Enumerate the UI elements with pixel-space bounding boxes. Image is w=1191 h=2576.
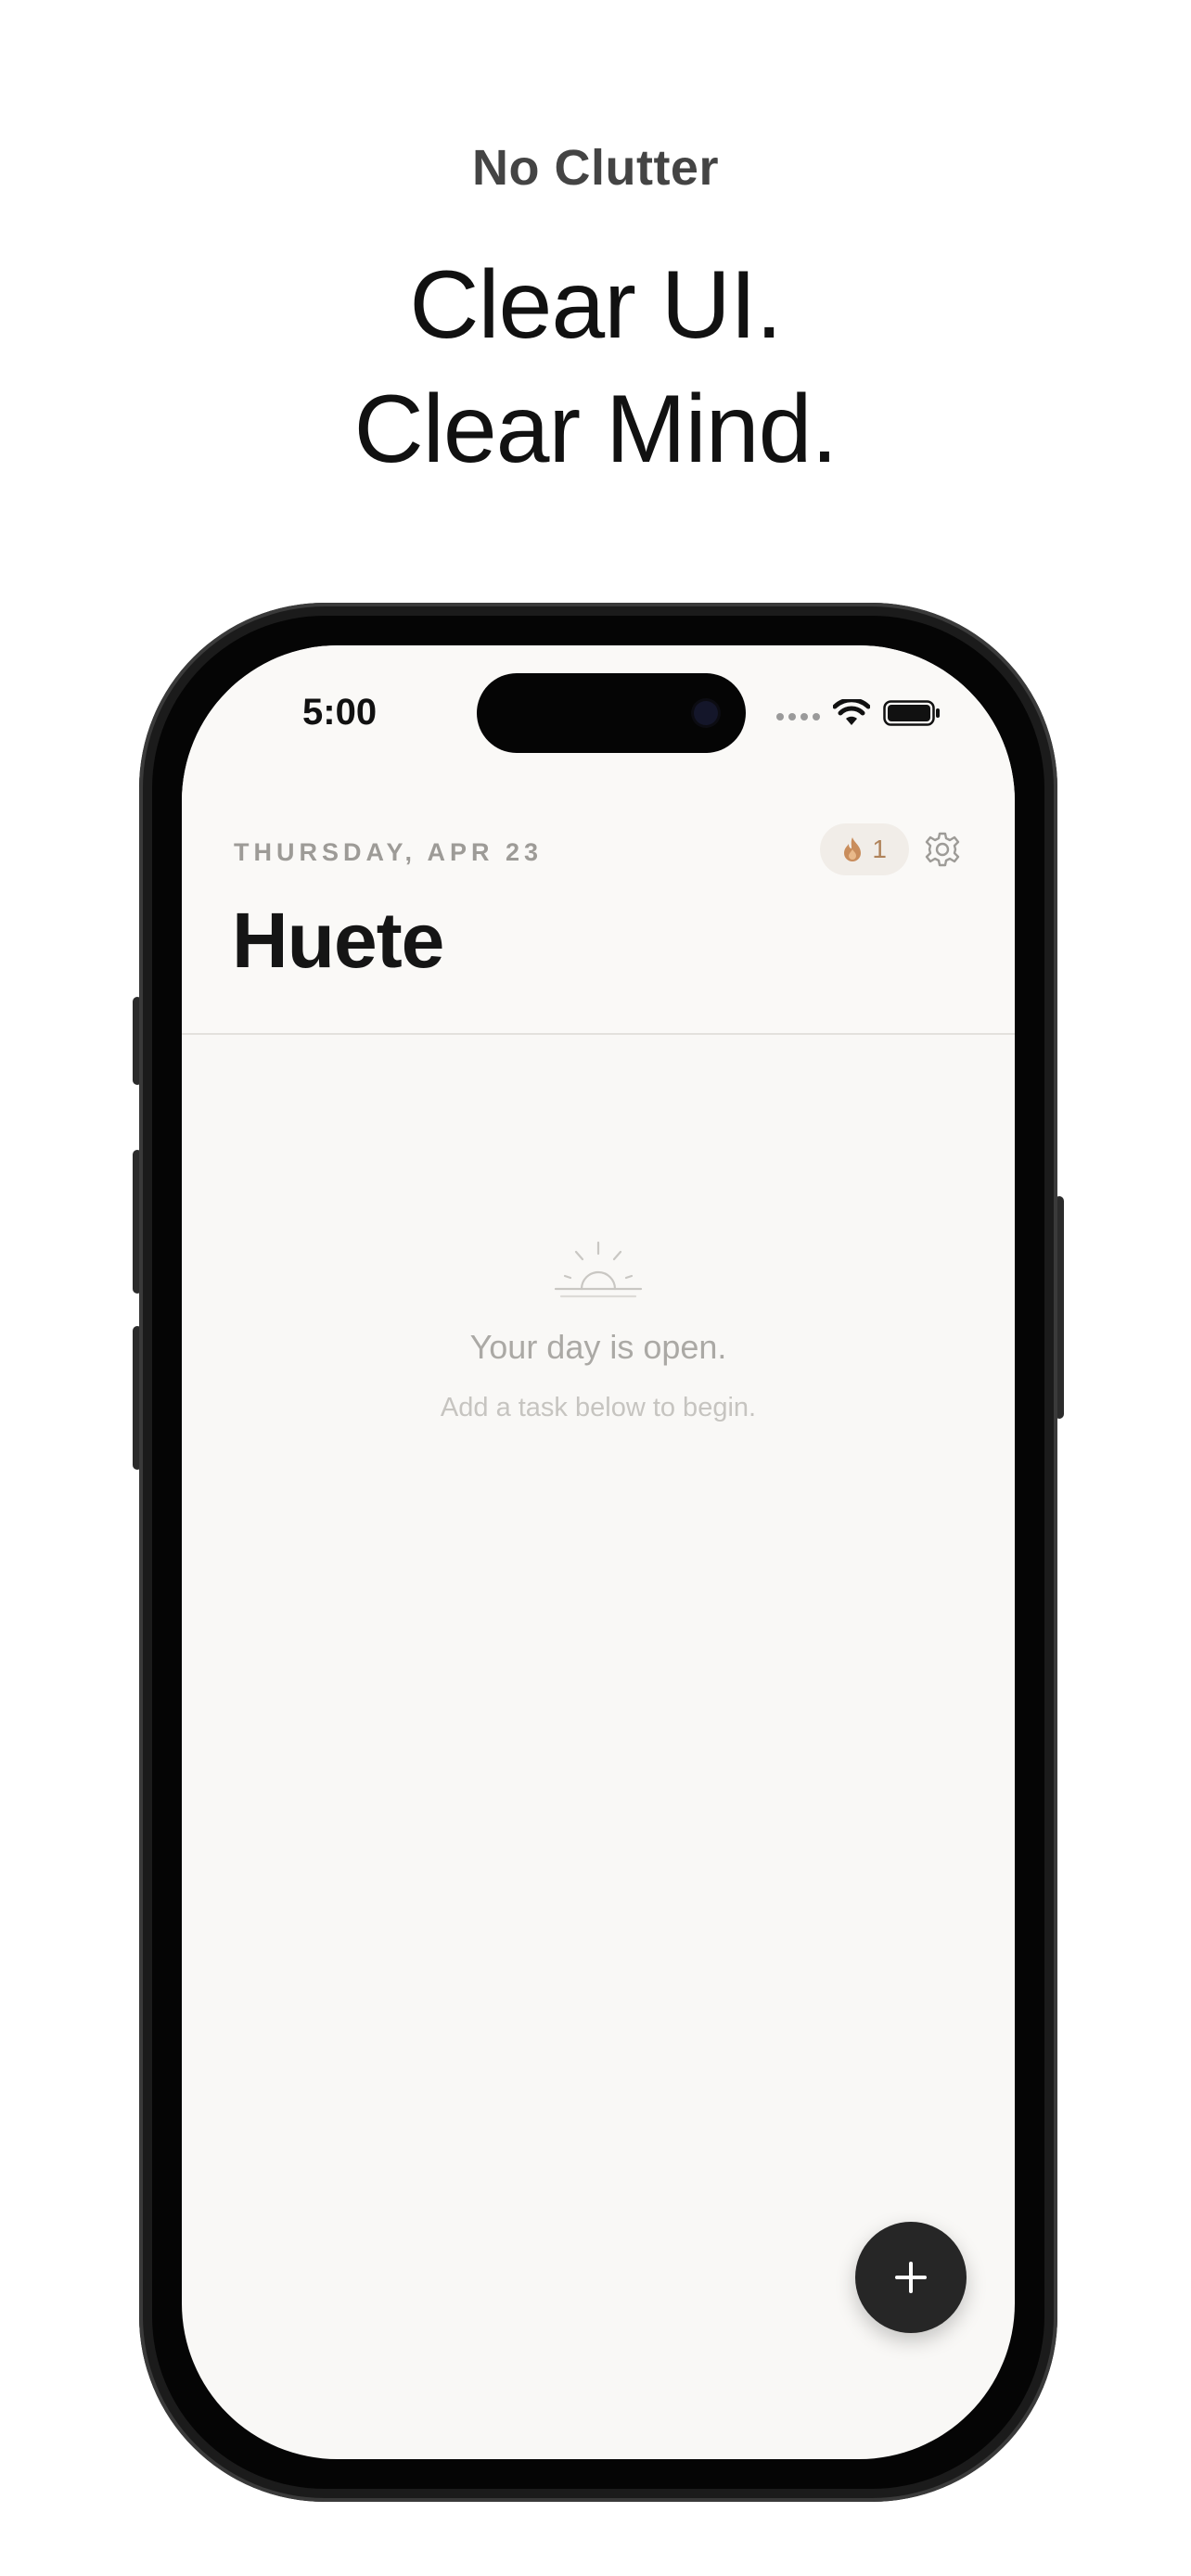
date-label: THURSDAY, APR 23: [234, 838, 544, 866]
gear-icon[interactable]: [924, 831, 961, 868]
add-task-button[interactable]: [855, 2222, 967, 2333]
page-title: Huete: [232, 897, 444, 984]
empty-state: Your day is open. Add a task below to be…: [182, 1239, 1015, 1423]
marketing-headline-line-1: Clear UI.: [409, 251, 782, 359]
phone-bezel: 5:00 THURSDAY, APR 23 1 Huete Your day i…: [152, 616, 1044, 2489]
app-screen: 5:00 THURSDAY, APR 23 1 Huete Your day i…: [182, 645, 1015, 2459]
flame-icon: [844, 837, 862, 861]
plus-icon: [895, 2262, 927, 2293]
wifi-icon: [833, 699, 870, 725]
cellular-signal-icon: [776, 713, 820, 721]
app-header: 5:00 THURSDAY, APR 23 1 Huete: [182, 645, 1015, 1035]
marketing-eyebrow: No Clutter: [472, 140, 719, 196]
empty-state-subtitle: Add a task below to begin.: [440, 1393, 757, 1422]
sunrise-icon: [554, 1241, 643, 1298]
marketing-headline-line-2: Clear Mind.: [353, 376, 839, 483]
streak-count: 1: [872, 835, 887, 863]
status-bar-icons: [776, 699, 941, 727]
battery-icon: [883, 700, 940, 726]
status-bar-time: 5:00: [302, 692, 378, 733]
phone-frame: 5:00 THURSDAY, APR 23 1 Huete Your day i…: [139, 603, 1057, 2502]
dynamic-island: [477, 673, 746, 753]
app-store-screenshot: No Clutter Clear UI. Clear Mind. 5:00 TH…: [0, 0, 1191, 2576]
streak-badge[interactable]: 1: [820, 823, 909, 875]
front-camera: [694, 701, 718, 725]
empty-state-title: Your day is open.: [469, 1328, 727, 1366]
